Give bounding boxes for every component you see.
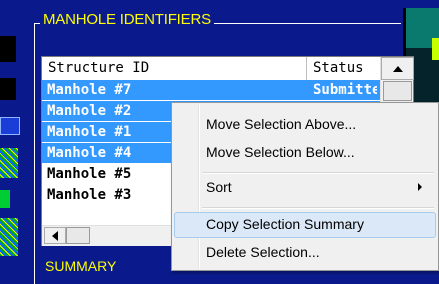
- left-decor-block: [0, 190, 10, 208]
- menu-item-move-selection-above[interactable]: Move Selection Above...: [174, 112, 436, 138]
- scroll-up-arrow-icon[interactable]: [381, 57, 414, 80]
- group-title: MANHOLE IDENTIFIERS: [40, 11, 214, 28]
- menu-item-label: Delete Selection...: [206, 244, 320, 260]
- menu-item-label: Move Selection Above...: [206, 116, 357, 132]
- menu-separator: [202, 172, 434, 174]
- left-side-panel: [0, 0, 22, 271]
- column-header-status[interactable]: Status: [307, 57, 375, 80]
- scroll-left-arrow-icon[interactable]: [44, 227, 66, 244]
- menu-item-copy-selection-summary[interactable]: Copy Selection Summary: [174, 212, 436, 238]
- submenu-arrow-icon: [418, 183, 422, 191]
- menu-item-label: Copy Selection Summary: [206, 216, 364, 232]
- summary-section-title: SUMMARY: [45, 258, 117, 274]
- left-decor-block: [0, 218, 18, 256]
- menu-item-label: Move Selection Below...: [206, 144, 355, 160]
- vertical-scroll-thumb[interactable]: [383, 81, 412, 101]
- cell-status: Submitted: [313, 82, 377, 98]
- menu-separator: [202, 207, 434, 209]
- left-decor-block: [0, 36, 16, 62]
- horizontal-scroll-thumb[interactable]: [66, 227, 90, 244]
- menu-item-delete-selection[interactable]: Delete Selection...: [174, 240, 436, 266]
- context-menu: Move Selection Above... Move Selection B…: [171, 102, 439, 271]
- right-decor-glyph: [432, 38, 439, 60]
- menu-item-move-selection-below[interactable]: Move Selection Below...: [174, 140, 436, 166]
- cell-structure-id: Manhole #7: [47, 82, 132, 98]
- left-decor-block: [0, 148, 18, 178]
- column-header-structure-id[interactable]: Structure ID: [42, 57, 307, 80]
- table-row[interactable]: Manhole #7 Submitted: [42, 80, 380, 100]
- left-decor-block: [0, 78, 16, 100]
- menu-item-label: Sort: [206, 179, 232, 195]
- left-decor-block: [0, 117, 20, 135]
- menu-item-sort[interactable]: Sort: [174, 175, 436, 201]
- list-header: Structure ID Status: [42, 57, 413, 81]
